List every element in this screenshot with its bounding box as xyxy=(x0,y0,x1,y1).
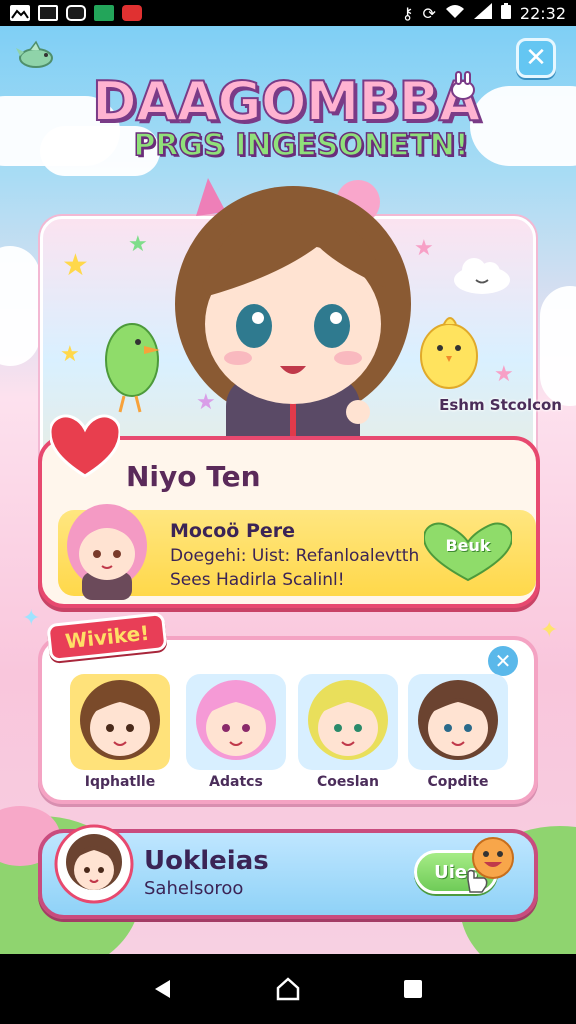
recents-button[interactable] xyxy=(393,969,433,1009)
system-indicators: ⚷ ⟳ 22:32 xyxy=(402,3,566,23)
character-slot[interactable]: Copdite xyxy=(408,674,508,794)
bottom-avatar xyxy=(54,824,134,904)
sparkle-icon: ✦ xyxy=(540,618,559,643)
cloud-decoration xyxy=(540,286,576,406)
back-icon xyxy=(154,980,170,998)
instagram-icon xyxy=(66,5,86,21)
star-icon: ★ xyxy=(494,362,514,387)
star-icon: ★ xyxy=(60,342,80,367)
star-icon: ★ xyxy=(62,248,89,283)
bottom-title: Uokleias xyxy=(144,846,269,876)
yellow-chick-icon xyxy=(420,317,478,389)
recents-icon xyxy=(404,980,423,998)
notification-icons xyxy=(10,5,142,21)
character-name: Coeslan xyxy=(317,774,379,790)
wifi-icon xyxy=(445,3,465,23)
signal-icon xyxy=(473,3,492,23)
image-icon xyxy=(38,5,58,21)
character-slot[interactable]: Coeslan xyxy=(298,674,398,794)
character-slot[interactable]: Adatcs xyxy=(186,674,286,794)
character-slot[interactable]: Iqphatlle xyxy=(70,674,170,794)
home-button[interactable] xyxy=(268,969,308,1009)
character-portrait xyxy=(308,680,388,760)
character-portrait xyxy=(196,680,276,760)
smiling-cloud-icon xyxy=(454,258,510,294)
battery-icon xyxy=(500,3,511,23)
status-bar: ⚷ ⟳ 22:32 xyxy=(0,0,576,26)
roster-close-button[interactable]: ✕ xyxy=(488,646,518,676)
character-portrait xyxy=(418,680,498,760)
character-name: Iqphatlle xyxy=(84,774,156,790)
hero-caption: Eshm Stcolcon xyxy=(439,396,562,414)
profile-name: Niyo Ten xyxy=(126,460,261,493)
close-icon: ✕ xyxy=(525,43,547,73)
shield-icon xyxy=(122,5,142,21)
download-icon xyxy=(94,5,114,21)
character-name: Copdite xyxy=(427,774,489,790)
close-button[interactable]: ✕ xyxy=(516,38,556,78)
cloud-decoration xyxy=(0,246,40,366)
gallery-icon xyxy=(10,5,30,21)
profile-description-2: Sees Hadirla Scalinl! xyxy=(170,570,345,590)
profile-subtitle: Mocoö Pere xyxy=(170,520,296,542)
character-portrait xyxy=(80,680,160,760)
green-bird-icon xyxy=(105,323,160,413)
logo-subtitle: PRGS INGESONETN! xyxy=(133,127,470,164)
bottom-subtitle: Sahelsoroo xyxy=(144,878,244,899)
dragon-icon[interactable] xyxy=(16,40,58,74)
heart-book-button[interactable]: Beuk xyxy=(422,522,514,582)
clock: 22:32 xyxy=(519,3,566,23)
back-button[interactable] xyxy=(143,969,183,1009)
logo-title: DAAGOMBBA xyxy=(91,69,481,134)
heart-icon xyxy=(50,414,120,478)
mascot-icon xyxy=(472,837,514,879)
heart-button-label: Beuk xyxy=(445,536,491,555)
profile-avatar xyxy=(67,504,147,600)
game-screen: ✦ ✦ ✕ DAAGOMBBA PRGS INGESONETN! ★ ★ ★ ★… xyxy=(0,26,576,954)
profile-description: Doegehi: Uist: Refanloalevtth xyxy=(170,546,420,566)
game-logo: DAAGOMBBA PRGS INGESONETN! xyxy=(91,69,492,182)
sync-icon: ⟳ xyxy=(422,3,436,23)
key-icon: ⚷ xyxy=(401,3,414,23)
android-nav-bar xyxy=(0,954,576,1024)
main-character-illustration xyxy=(175,178,411,466)
sparkle-icon: ✦ xyxy=(22,606,41,631)
bunny-icon xyxy=(451,71,475,100)
home-icon xyxy=(276,977,300,1001)
close-icon: ✕ xyxy=(494,649,512,673)
star-icon: ★ xyxy=(128,232,148,257)
character-name: Adatcs xyxy=(209,774,263,790)
